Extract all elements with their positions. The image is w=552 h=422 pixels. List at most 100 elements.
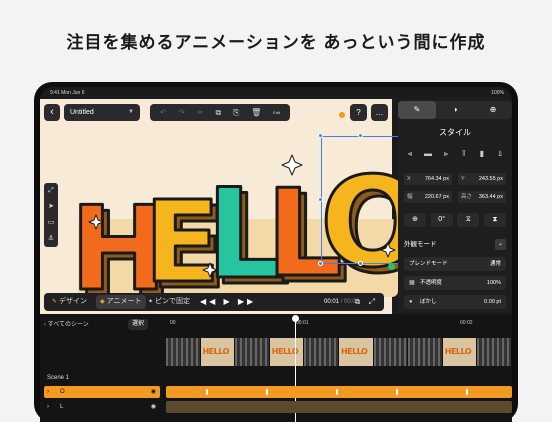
panel-title: スタイル: [439, 128, 471, 137]
selection-handle[interactable]: [318, 197, 323, 202]
keyframe[interactable]: [336, 389, 338, 395]
filmstrip-frame: [373, 338, 409, 366]
layer-l[interactable]: › L ◉: [44, 401, 160, 413]
app-screen: 9:41 Mon Jun 6 100% H H H E E L L: [40, 87, 512, 422]
filmstrip-frame: HELLO: [200, 338, 236, 366]
blur-field[interactable]: ● ぼかし 0.00 pt: [404, 295, 506, 309]
cut-icon[interactable]: ✂: [197, 108, 204, 117]
chevron-down-icon[interactable]: ⌄: [495, 239, 506, 250]
y-field[interactable]: Y 243.55 px: [458, 173, 506, 185]
delete-icon[interactable]: 🗑: [251, 108, 261, 117]
view-toggle-icons[interactable]: ⧉ ⤢: [355, 295, 378, 309]
tab-effects[interactable]: ◑: [436, 101, 474, 119]
document-title: Untitled: [70, 109, 94, 116]
filmstrip-frame: HELLO: [442, 338, 478, 366]
selection-handle[interactable]: [358, 261, 363, 266]
keyframe[interactable]: [466, 389, 468, 395]
copy-icon[interactable]: ⧉: [215, 108, 221, 118]
document-title-button[interactable]: Untitled ▼: [64, 104, 140, 121]
status-time: 9:41 Mon Jun 6: [50, 90, 85, 96]
flip-horizontal-icon[interactable]: ⧖: [457, 213, 480, 227]
scene-filmstrip[interactable]: HELLO HELLO HELLO HELLO: [166, 338, 512, 366]
eye-icon[interactable]: ◉: [151, 386, 156, 398]
chevron-down-icon: ▼: [128, 109, 134, 115]
timeline: ‹ すべてのシーン 選択 00 00:01 00:02 HELLO HELLO …: [40, 314, 512, 422]
track-o[interactable]: [166, 386, 512, 398]
height-field[interactable]: 高さ 363.44 px: [458, 191, 506, 203]
edit-toolbar: ↶ ↷ ✂ ⧉ ⎘ 🗑 Edit: [150, 104, 290, 121]
anchor-tool-icon[interactable]: ⚓: [48, 235, 54, 243]
anchor-point[interactable]: [388, 263, 395, 270]
selection-handle[interactable]: [318, 261, 323, 266]
eye-icon[interactable]: ◉: [151, 401, 156, 413]
top-toolbar: ‹ Untitled ▼ ↶ ↷ ✂ ⧉ ⎘ 🗑 Edit ? …: [40, 101, 392, 125]
group-tool-icon[interactable]: ⤢: [48, 187, 54, 195]
align-bottom-icon[interactable]: ⫫: [494, 149, 506, 159]
opacity-icon: ▦: [409, 280, 415, 286]
x-field[interactable]: X 764.34 px: [404, 173, 452, 185]
status-battery: 100%: [491, 90, 504, 96]
tab-pin[interactable]: ✦ ピンで固定: [144, 295, 194, 309]
status-bar: 9:41 Mon Jun 6 100%: [40, 87, 512, 99]
appearance-section[interactable]: 外観モード ⌄: [404, 239, 506, 251]
paste-icon[interactable]: ⎘: [233, 108, 239, 118]
rectangle-tool-icon[interactable]: ▭: [48, 219, 55, 227]
back-button[interactable]: ‹: [44, 104, 60, 121]
chevron-right-icon[interactable]: ›: [47, 386, 49, 398]
keyframe[interactable]: [206, 389, 208, 395]
selection-box[interactable]: [321, 136, 401, 264]
blur-icon: ●: [409, 299, 413, 305]
align-right-icon[interactable]: ⫸: [440, 149, 452, 159]
layer-list: Scene 1 › O ◉ › L ◉: [44, 372, 160, 422]
filmstrip-frame: HELLO: [338, 338, 374, 366]
alignment-row: ⫷ ▬ ⫸ ⫪ ▮ ⫫: [404, 149, 506, 165]
edit-button[interactable]: Edit: [273, 110, 280, 115]
track-l[interactable]: [166, 401, 512, 413]
inspector-tabs: ✎ ◑ ⊕: [398, 101, 512, 119]
filmstrip-frame: [304, 338, 339, 366]
opacity-field[interactable]: ▦ 不透明度 100%: [404, 276, 506, 290]
playback-controls[interactable]: ◀◀ ▶ ▶▶: [200, 295, 256, 309]
recording-indicator: [339, 112, 345, 118]
inspector-panel: ✎ ◑ ⊕ スタイル ⫷ ▬ ⫸ ⫪ ▮ ⫫ X 764.34 px Y 243.5…: [398, 99, 512, 314]
filmstrip-frame: [235, 338, 270, 366]
more-button[interactable]: …: [371, 104, 388, 121]
undo-icon[interactable]: ↶: [160, 108, 167, 117]
pointer-tool-icon[interactable]: ➤: [48, 203, 54, 211]
filmstrip-frame: [408, 338, 443, 366]
flip-vertical-icon[interactable]: ⧗: [483, 213, 506, 227]
align-middle-icon[interactable]: ▮: [476, 149, 488, 159]
brush-icon: ✎: [52, 299, 58, 305]
align-top-icon[interactable]: ⫪: [458, 149, 470, 159]
selection-handle[interactable]: [358, 133, 363, 138]
layer-o[interactable]: › O ◉: [44, 386, 160, 398]
transform-row: ⊕ 0° ⧖ ⧗: [404, 213, 506, 229]
appearance-label: 外観モード: [404, 241, 437, 248]
selection-handle[interactable]: [318, 133, 323, 138]
reset-icon[interactable]: ⊕: [404, 213, 426, 227]
layer-scene[interactable]: Scene 1: [44, 372, 160, 384]
keyframe[interactable]: [396, 389, 398, 395]
all-scenes-link[interactable]: ‹ すべてのシーン: [44, 318, 89, 332]
align-left-icon[interactable]: ⫷: [404, 149, 416, 159]
pin-icon: ✦: [148, 299, 154, 305]
width-field[interactable]: 幅 220.67 px: [404, 191, 452, 203]
tab-style[interactable]: ✎: [398, 101, 436, 119]
ruler-tick: 00:02: [460, 320, 473, 326]
rotation-field[interactable]: 0°: [430, 213, 453, 227]
tab-design[interactable]: ✎ デザイン: [48, 295, 91, 309]
keyframe[interactable]: [266, 389, 268, 395]
design-canvas[interactable]: H H H E E L L L L O O: [40, 99, 403, 314]
select-button[interactable]: 選択: [128, 319, 149, 330]
redo-icon[interactable]: ↷: [178, 108, 185, 117]
filmstrip-frame: [166, 338, 201, 366]
time-ruler[interactable]: 00 00:01 00:02: [166, 318, 512, 330]
blend-mode-select[interactable]: ブレンドモード 通常: [404, 257, 506, 271]
tab-add[interactable]: ⊕: [474, 101, 512, 119]
chevron-right-icon[interactable]: ›: [47, 401, 49, 413]
tab-animate[interactable]: ◆ アニメート: [96, 295, 146, 309]
help-button[interactable]: ?: [350, 104, 367, 121]
timeline-header: ‹ すべてのシーン 選択: [44, 318, 160, 332]
align-center-icon[interactable]: ▬: [422, 149, 434, 159]
filmstrip-frame: [477, 338, 512, 366]
